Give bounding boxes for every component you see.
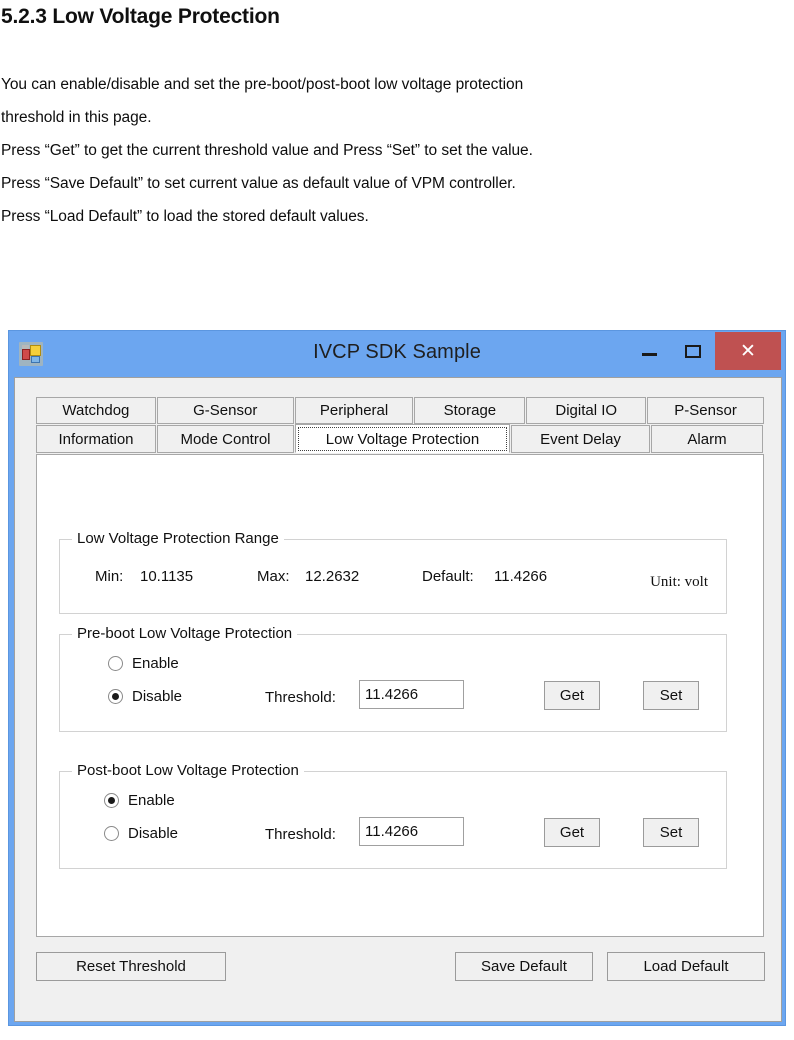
tab-digital-io[interactable]: Digital IO bbox=[526, 397, 647, 424]
postboot-threshold-input[interactable]: 11.4266 bbox=[359, 817, 464, 846]
radio-label: Enable bbox=[132, 655, 179, 672]
postboot-get-button[interactable]: Get bbox=[544, 818, 600, 847]
save-default-button[interactable]: Save Default bbox=[455, 952, 593, 981]
min-value: 10.1135 bbox=[140, 568, 194, 585]
doc-paragraph-1: You can enable/disable and set the pre-b… bbox=[1, 76, 524, 93]
tab-label: G-Sensor bbox=[193, 402, 258, 419]
tab-label: Low Voltage Protection bbox=[325, 430, 480, 448]
close-icon: ✕ bbox=[740, 340, 756, 362]
radio-postboot-enable[interactable]: Enable bbox=[104, 792, 175, 809]
postboot-threshold-label: Threshold: bbox=[265, 826, 336, 843]
radio-preboot-enable[interactable]: Enable bbox=[108, 655, 179, 672]
radio-icon bbox=[104, 826, 119, 841]
preboot-threshold-label: Threshold: bbox=[265, 689, 336, 706]
tab-label: Digital IO bbox=[555, 402, 618, 419]
tab-watchdog[interactable]: Watchdog bbox=[36, 397, 156, 424]
default-value: 11.4266 bbox=[494, 568, 548, 585]
unit-note: Unit: volt bbox=[650, 574, 708, 590]
radio-icon bbox=[104, 793, 119, 808]
page-title: 5.2.3 Low Voltage Protection bbox=[1, 5, 280, 28]
tab-peripheral[interactable]: Peripheral bbox=[294, 397, 414, 424]
minimize-icon bbox=[641, 353, 657, 356]
tab-information[interactable]: Information bbox=[36, 425, 156, 453]
reset-threshold-button[interactable]: Reset Threshold bbox=[36, 952, 226, 981]
preboot-get-button[interactable]: Get bbox=[544, 681, 600, 710]
tab-p-sensor[interactable]: P-Sensor bbox=[647, 397, 764, 424]
group-low-voltage-protection-range: Low Voltage Protection Range Min: 10.113… bbox=[59, 530, 727, 614]
radio-label: Enable bbox=[128, 792, 175, 809]
tab-row-2: Information Mode Control Low Voltage Pro… bbox=[36, 424, 764, 453]
tab-label: Storage bbox=[443, 402, 497, 419]
tab-label: Peripheral bbox=[319, 402, 389, 419]
tab-label: P-Sensor bbox=[674, 402, 737, 419]
minimize-button[interactable] bbox=[627, 332, 671, 370]
radio-icon bbox=[108, 689, 123, 704]
group-postboot-low-voltage-protection: Post-boot Low Voltage Protection Enable … bbox=[59, 762, 727, 869]
radio-preboot-disable[interactable]: Disable bbox=[108, 688, 182, 705]
tab-row-1: Watchdog G-Sensor Peripheral Storage Dig… bbox=[36, 397, 764, 424]
doc-paragraph-3: Press “Get” to get the current threshold… bbox=[1, 142, 533, 159]
document-text-block: 5.2.3 Low Voltage Protection You can ena… bbox=[0, 0, 794, 233]
application-window: IVCP SDK Sample ✕ Watchdog G-Sensor Peri… bbox=[8, 330, 786, 1026]
doc-paragraph-2: threshold in this page. bbox=[1, 109, 152, 126]
window-titlebar: IVCP SDK Sample ✕ bbox=[9, 331, 785, 377]
group-preboot-low-voltage-protection: Pre-boot Low Voltage Protection Enable D… bbox=[59, 625, 727, 732]
group-title: Low Voltage Protection Range bbox=[72, 530, 284, 547]
tab-g-sensor[interactable]: G-Sensor bbox=[156, 397, 294, 424]
tab-label: Alarm bbox=[687, 430, 727, 448]
default-label: Default: bbox=[422, 568, 474, 585]
radio-postboot-disable[interactable]: Disable bbox=[104, 825, 178, 842]
preboot-threshold-input[interactable]: 11.4266 bbox=[359, 680, 464, 709]
min-label: Min: bbox=[95, 568, 124, 585]
radio-label: Disable bbox=[128, 825, 179, 842]
tab-label: Event Delay bbox=[540, 430, 621, 448]
group-title: Pre-boot Low Voltage Protection bbox=[72, 625, 298, 642]
tab-label: Watchdog bbox=[62, 402, 130, 419]
window-client-area: Watchdog G-Sensor Peripheral Storage Dig… bbox=[14, 377, 782, 1022]
tab-strip: Watchdog G-Sensor Peripheral Storage Dig… bbox=[36, 397, 764, 453]
preboot-set-button[interactable]: Set bbox=[643, 681, 699, 710]
max-value: 12.2632 bbox=[305, 568, 360, 585]
tab-event-delay[interactable]: Event Delay bbox=[511, 425, 650, 453]
tab-label: Mode Control bbox=[180, 430, 271, 448]
radio-label: Disable bbox=[132, 688, 183, 705]
tab-mode-control[interactable]: Mode Control bbox=[157, 425, 294, 453]
max-label: Max: bbox=[257, 568, 290, 585]
doc-paragraph-4: Press “Save Default” to set current valu… bbox=[1, 175, 516, 192]
postboot-set-button[interactable]: Set bbox=[643, 818, 699, 847]
tab-label: Information bbox=[58, 430, 134, 448]
group-title: Post-boot Low Voltage Protection bbox=[72, 762, 304, 779]
tab-low-voltage-protection[interactable]: Low Voltage Protection bbox=[295, 424, 510, 453]
radio-icon bbox=[108, 656, 123, 671]
tab-storage[interactable]: Storage bbox=[414, 397, 526, 424]
close-button[interactable]: ✕ bbox=[715, 332, 781, 370]
doc-paragraph-5: Press “Load Default” to load the stored … bbox=[1, 208, 369, 225]
tab-alarm[interactable]: Alarm bbox=[651, 425, 763, 453]
maximize-button[interactable] bbox=[671, 332, 715, 370]
maximize-icon bbox=[685, 344, 701, 358]
load-default-button[interactable]: Load Default bbox=[607, 952, 765, 981]
